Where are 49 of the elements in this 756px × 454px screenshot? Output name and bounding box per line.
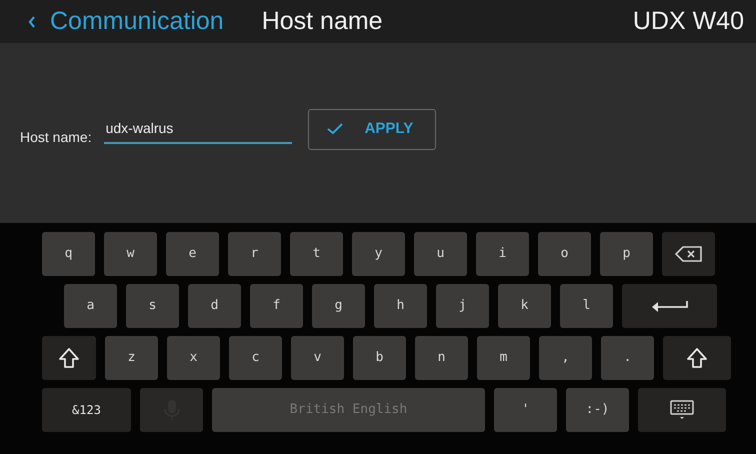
keyboard-key[interactable]: t [290, 232, 343, 276]
enter-key[interactable] [622, 284, 717, 328]
shift-key[interactable] [663, 336, 731, 380]
keyboard-key[interactable]: f [250, 284, 303, 328]
apply-button[interactable]: APPLY [308, 108, 436, 150]
keyboard-key[interactable]: z [105, 336, 158, 380]
keyboard-key[interactable]: c [229, 336, 282, 380]
page-title: Host name [262, 6, 383, 37]
keyboard-key[interactable]: s [126, 284, 179, 328]
keyboard-key[interactable]: k [498, 284, 551, 328]
keyboard-key[interactable]: i [476, 232, 529, 276]
chevron-left-icon [28, 16, 36, 28]
symbols-key[interactable]: &123 [42, 388, 131, 432]
back-button[interactable]: Communication [28, 2, 224, 40]
keyboard-key[interactable]: v [291, 336, 344, 380]
hide-keyboard-key[interactable] [638, 388, 726, 432]
keyboard-key[interactable]: ' [494, 388, 557, 432]
keyboard-key[interactable]: h [374, 284, 427, 328]
keyboard-key[interactable]: d [188, 284, 241, 328]
backspace-icon [674, 246, 702, 262]
keyboard-key[interactable]: e [166, 232, 219, 276]
field-label: Host name: [20, 128, 92, 146]
keyboard-key[interactable]: w [104, 232, 157, 276]
keyboard-key[interactable]: n [415, 336, 468, 380]
keyboard-key[interactable]: o [538, 232, 591, 276]
keyboard-icon [670, 400, 694, 420]
shift-key[interactable] [42, 336, 96, 380]
checkmark-icon [326, 123, 343, 135]
keyboard-key[interactable]: x [167, 336, 220, 380]
shift-icon [58, 347, 80, 369]
keyboard-key[interactable]: l [560, 284, 613, 328]
keyboard-key[interactable]: y [352, 232, 405, 276]
keyboard-key[interactable]: , [539, 336, 592, 380]
keyboard-key[interactable]: p [600, 232, 653, 276]
keyboard-key[interactable]: r [228, 232, 281, 276]
keyboard-key[interactable]: . [601, 336, 654, 380]
device-name: UDX W40 [632, 6, 744, 37]
keyboard-key[interactable]: g [312, 284, 365, 328]
keyboard-key[interactable]: q [42, 232, 95, 276]
shift-icon [686, 347, 708, 369]
keyboard-key[interactable]: m [477, 336, 530, 380]
keyboard-key[interactable]: j [436, 284, 489, 328]
enter-icon [650, 300, 688, 312]
backspace-key[interactable] [662, 232, 715, 276]
keyboard-key[interactable]: b [353, 336, 406, 380]
keyboard-key[interactable]: a [64, 284, 117, 328]
keyboard-key[interactable]: :-) [566, 388, 629, 432]
host-name-field[interactable]: udx-walrus [104, 114, 292, 144]
keyboard-key[interactable]: u [414, 232, 467, 276]
